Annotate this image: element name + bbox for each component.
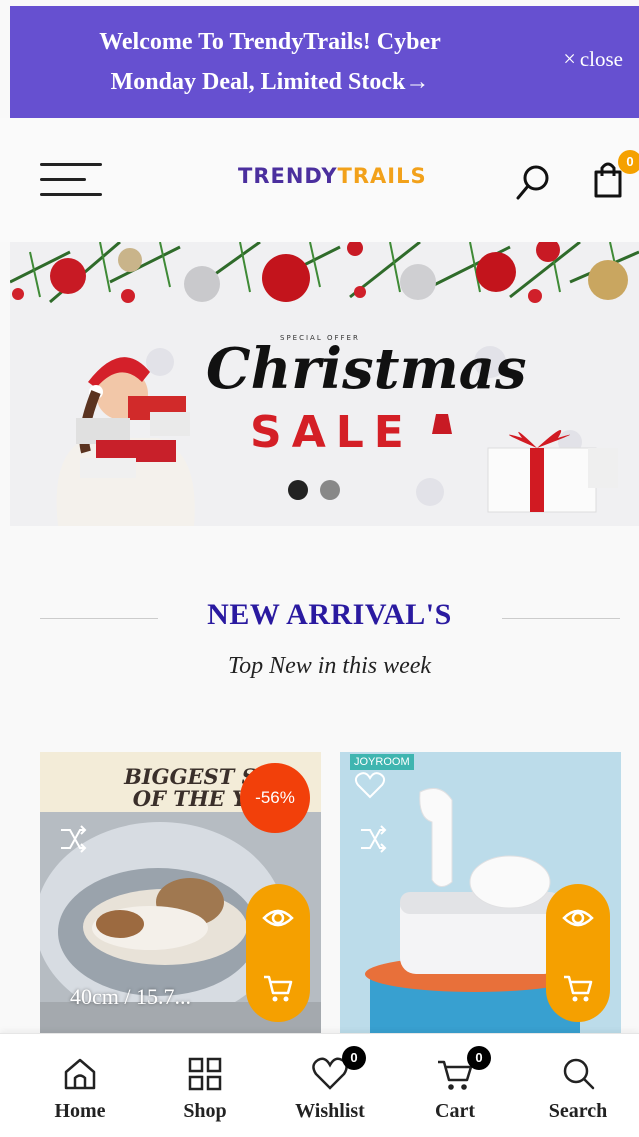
announcement-text[interactable]: Welcome To TrendyTrails! Cyber Monday De… xyxy=(80,22,460,102)
page: Welcome To TrendyTrails! Cyber Monday De… xyxy=(0,0,639,1137)
hero-banner[interactable]: SPECIAL OFFER Christmas SALE xyxy=(10,242,639,526)
quick-view-button[interactable] xyxy=(262,902,294,934)
quick-view-button[interactable] xyxy=(562,902,594,934)
search-icon xyxy=(516,165,549,200)
close-label: close xyxy=(579,47,623,71)
nav-search-label: Search xyxy=(548,1100,608,1122)
brand-tag: JOYROOM xyxy=(350,754,414,770)
site-header: TRENDYTRAILS 0 xyxy=(0,118,639,242)
product-action-pill xyxy=(246,884,310,1022)
nav-cart[interactable]: 0 Cart xyxy=(405,1034,505,1137)
heart-icon xyxy=(354,772,386,799)
product-action-pill xyxy=(546,884,610,1022)
product-card[interactable]: JOYROOM xyxy=(340,752,621,1037)
nav-shop[interactable]: Shop xyxy=(155,1034,255,1137)
hero-subtitle: SALE xyxy=(250,407,414,458)
add-to-wishlist-button[interactable] xyxy=(354,770,386,800)
cart-icon xyxy=(264,975,293,1002)
announcement-bar: Welcome To TrendyTrails! Cyber Monday De… xyxy=(10,6,639,118)
eye-icon xyxy=(262,909,294,927)
nav-shop-label: Shop xyxy=(183,1100,227,1122)
add-to-cart-button[interactable] xyxy=(562,972,594,1004)
hamburger-menu-button[interactable] xyxy=(40,163,102,197)
wishlist-badge: 0 xyxy=(342,1046,366,1070)
nav-home-label: Home xyxy=(54,1100,106,1122)
shuffle-icon xyxy=(361,825,387,853)
close-icon: × xyxy=(563,46,576,71)
nav-wishlist-label: Wishlist xyxy=(295,1100,365,1122)
compare-button[interactable] xyxy=(358,824,388,854)
eye-icon xyxy=(562,909,594,927)
site-logo[interactable]: TRENDYTRAILS xyxy=(238,164,427,188)
hamburger-icon xyxy=(40,163,102,166)
shuffle-icon xyxy=(61,825,87,853)
nav-home[interactable]: Home xyxy=(30,1034,130,1137)
header-cart-badge: 0 xyxy=(618,150,639,174)
nav-wishlist[interactable]: 0 Wishlist xyxy=(275,1034,385,1137)
hero-title: Christmas xyxy=(206,336,527,402)
home-icon xyxy=(64,1058,96,1090)
logo-part-trendy: TRENDY xyxy=(238,164,338,188)
nav-cart-label: Cart xyxy=(435,1100,475,1122)
search-icon xyxy=(563,1058,595,1090)
section-subtitle: Top New in this week xyxy=(227,653,432,679)
grid-icon xyxy=(188,1057,222,1091)
logo-part-trails: TRAILS xyxy=(337,164,427,188)
carousel-dots xyxy=(288,480,352,505)
add-to-cart-button[interactable] xyxy=(262,972,294,1004)
carousel-dot-1[interactable] xyxy=(288,480,308,500)
bottom-navigation: Home Shop 0 Wishlist 0 Cart Search xyxy=(0,1033,639,1137)
product-title[interactable]: 40cm / 15.7... xyxy=(70,984,191,1010)
product-card[interactable]: BIGGEST SAL OF THE YEA -56% 40cm / 15.7.… xyxy=(40,752,321,1037)
hamburger-line xyxy=(40,178,86,181)
section-title: NEW ARRIVAL'S xyxy=(207,598,452,631)
nav-search[interactable]: Search xyxy=(528,1034,628,1137)
compare-button[interactable] xyxy=(58,824,88,854)
cart-icon xyxy=(564,975,593,1002)
header-search-button[interactable] xyxy=(514,162,554,202)
cart-badge: 0 xyxy=(467,1046,491,1070)
announcement-close-button[interactable]: × close xyxy=(563,46,623,72)
hamburger-line xyxy=(40,193,102,196)
discount-badge: -56% xyxy=(240,763,310,833)
carousel-dot-2[interactable] xyxy=(320,480,340,500)
